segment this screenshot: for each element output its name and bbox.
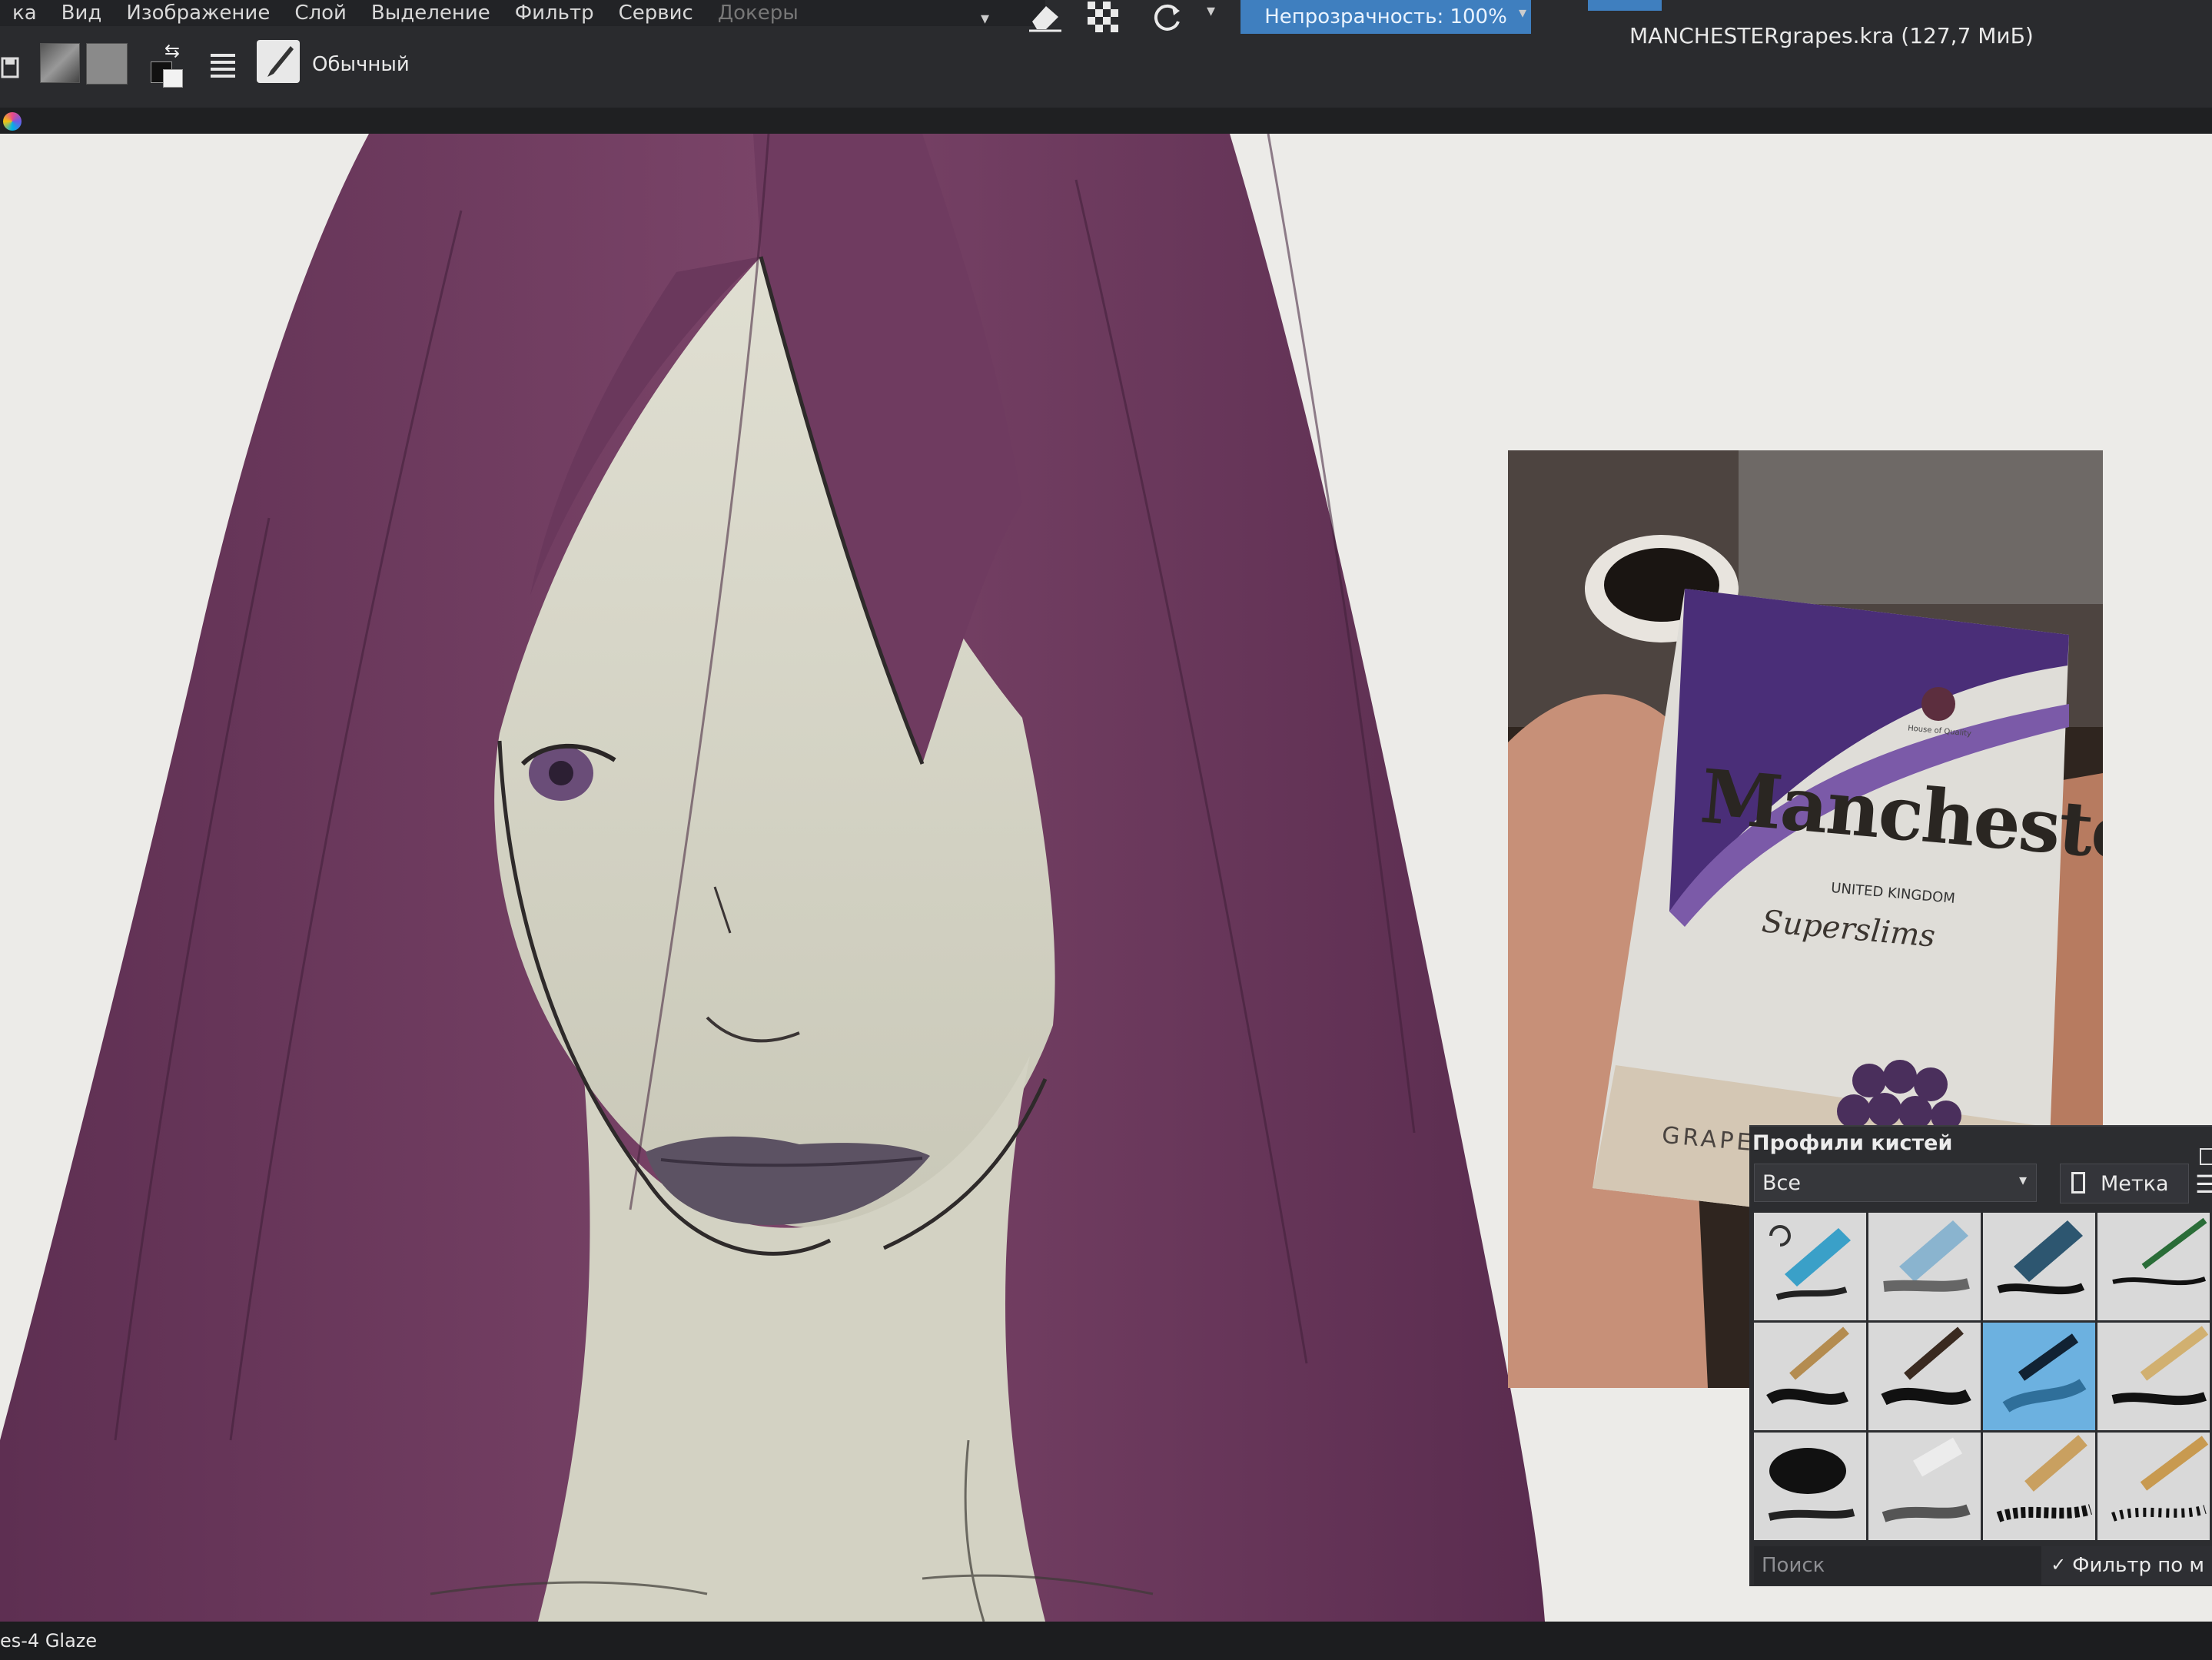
docker-title: Профили кистей: [1752, 1131, 1953, 1155]
preset-filter-value: Все: [1762, 1170, 1801, 1195]
filter-by-tag-label: Фильтр по м: [2072, 1554, 2204, 1577]
save-icon[interactable]: [0, 52, 22, 83]
fg-bg-color-icon[interactable]: ⇆: [146, 40, 188, 88]
bookmark-icon: [2071, 1172, 2085, 1194]
brush-preset-tile[interactable]: [1868, 1323, 1981, 1430]
brush-preset-tile-selected[interactable]: [1983, 1323, 2095, 1430]
tag-button-label: Метка: [2101, 1171, 2169, 1196]
app-logo-icon: [3, 112, 22, 131]
brush-preset-tile[interactable]: [2097, 1213, 2210, 1320]
menu-item-layer[interactable]: Слой: [282, 2, 359, 25]
brush-preset-tile[interactable]: [1983, 1433, 2095, 1540]
canvas-tab-strip: [0, 108, 2212, 134]
blend-dropdown-chevron-icon[interactable]: ▾: [981, 9, 989, 28]
eraser-icon[interactable]: [1022, 0, 1068, 34]
pattern-swatch[interactable]: [86, 43, 128, 85]
menu-item-tools[interactable]: Сервис: [606, 2, 706, 25]
brush-preset-tile[interactable]: [2097, 1323, 2210, 1430]
check-icon: ✓: [2051, 1554, 2067, 1575]
preset-filter-select[interactable]: Все ▾: [1754, 1164, 2037, 1202]
current-brush-name: es-4 Glaze: [0, 1630, 98, 1652]
brush-preset-icon[interactable]: [257, 40, 300, 83]
brush-preset-tile[interactable]: [1868, 1213, 1981, 1320]
filter-by-tag-checkbox[interactable]: ✓ Фильтр по м: [2041, 1546, 2212, 1585]
opacity-slider[interactable]: Непрозрачность: 100%: [1241, 0, 1531, 34]
document-title: MANCHESTERgrapes.kra (127,7 МиБ): [1629, 23, 2034, 48]
docker-float-icon[interactable]: [2200, 1148, 2212, 1165]
opacity-dropdown-chevron-icon[interactable]: ▾: [1519, 3, 1526, 22]
chevron-down-icon: ▾: [2018, 1170, 2027, 1189]
size-slider[interactable]: [1588, 0, 1662, 11]
blend-mode-select[interactable]: Обычный: [307, 48, 461, 81]
brush-preset-tile[interactable]: [2097, 1433, 2210, 1540]
menu-bar: ка Вид Изображение Слой Выделение Фильтр…: [0, 0, 1045, 26]
menu-item-dockers[interactable]: Докеры: [706, 2, 811, 25]
brush-preset-grid: [1754, 1213, 2212, 1543]
menu-item-filter[interactable]: Фильтр: [503, 2, 606, 25]
hamburger-menu-icon[interactable]: ☰: [2195, 1170, 2212, 1199]
brush-preset-tile[interactable]: [1868, 1433, 1981, 1540]
brush-preset-tile[interactable]: [1754, 1323, 1866, 1430]
tag-button[interactable]: Метка: [2060, 1164, 2189, 1204]
reload-dropdown-chevron-icon[interactable]: ▾: [1207, 2, 1215, 21]
menu-item-select[interactable]: Выделение: [359, 2, 503, 25]
menu-item-file[interactable]: ка: [0, 2, 49, 25]
alpha-lock-icon[interactable]: [1081, 0, 1127, 34]
menu-item-image[interactable]: Изображение: [114, 2, 282, 25]
gradient-swatch[interactable]: [40, 43, 80, 83]
brush-preset-tile[interactable]: [1754, 1213, 1866, 1320]
layers-list-icon[interactable]: [206, 48, 240, 81]
reload-icon[interactable]: [1145, 0, 1188, 34]
brush-preset-tile[interactable]: [1754, 1433, 1866, 1540]
menu-item-view[interactable]: Вид: [49, 2, 115, 25]
brush-presets-docker: Профили кистей Все ▾ Метка ☰ Поиск ✓ Фил…: [1749, 1125, 2212, 1586]
brush-preset-tile[interactable]: [1983, 1213, 2095, 1320]
status-bar: es-4 Glaze: [0, 1622, 2212, 1660]
